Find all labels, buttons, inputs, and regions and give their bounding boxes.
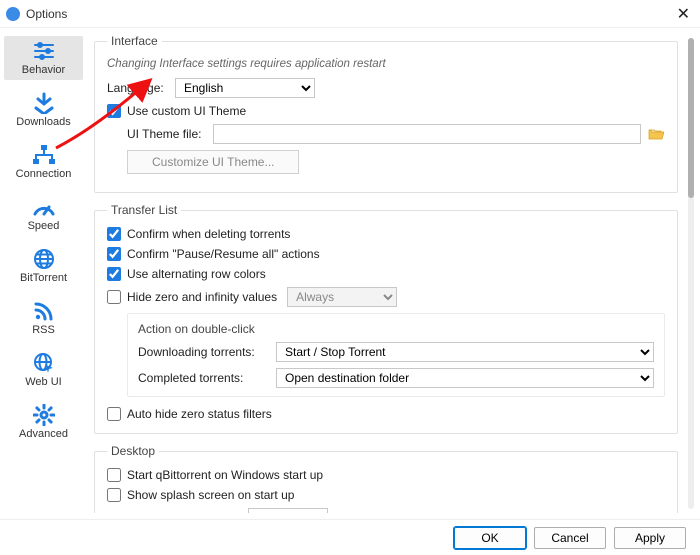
theme-file-input[interactable]: [213, 124, 641, 144]
group-desktop: Desktop Start qBittorrent on Windows sta…: [94, 444, 678, 513]
downloading-action-label: Downloading torrents:: [138, 345, 270, 359]
sidebar: Behavior Downloads Connection Speed BitT…: [0, 28, 88, 519]
globe-icon: [30, 248, 58, 270]
use-custom-theme-label: Use custom UI Theme: [127, 104, 246, 118]
sidebar-item-label: Web UI: [25, 376, 61, 388]
hide-zero-label: Hide zero and infinity values: [127, 290, 277, 304]
group-legend: Transfer List: [107, 203, 181, 217]
start-on-boot-label: Start qBittorrent on Windows start up: [127, 468, 323, 482]
sidebar-item-rss[interactable]: RSS: [4, 296, 83, 340]
content-area: Interface Changing Interface settings re…: [88, 28, 700, 519]
completed-action-label: Completed torrents:: [138, 371, 270, 385]
sidebar-item-connection[interactable]: Connection: [4, 140, 83, 184]
dialog-body: Behavior Downloads Connection Speed BitT…: [0, 28, 700, 519]
double-click-group: Action on double-click Downloading torre…: [127, 313, 665, 397]
scrollbar-thumb[interactable]: [688, 38, 694, 198]
window-title: Options: [26, 7, 673, 21]
titlebar: Options ✕: [0, 0, 700, 28]
sidebar-item-downloads[interactable]: Downloads: [4, 88, 83, 132]
double-click-title: Action on double-click: [138, 322, 654, 336]
group-interface: Interface Changing Interface settings re…: [94, 34, 678, 193]
alt-rows-label: Use alternating row colors: [127, 267, 266, 281]
language-label: Language:: [107, 81, 169, 95]
confirm-delete-checkbox[interactable]: [107, 227, 121, 241]
use-custom-theme-checkbox[interactable]: [107, 104, 121, 118]
auto-hide-label: Auto hide zero status filters: [127, 407, 272, 421]
vertical-scrollbar[interactable]: [688, 38, 694, 509]
customize-theme-button[interactable]: Customize UI Theme...: [127, 150, 299, 174]
sidebar-item-label: RSS: [32, 324, 55, 336]
downloading-action-select[interactable]: Start / Stop Torrent: [276, 342, 654, 362]
group-legend: Desktop: [107, 444, 159, 458]
auto-hide-checkbox[interactable]: [107, 407, 121, 421]
cancel-button[interactable]: Cancel: [534, 527, 606, 549]
gauge-icon: [30, 196, 58, 218]
sidebar-item-label: Downloads: [16, 116, 70, 128]
sidebar-item-speed[interactable]: Speed: [4, 192, 83, 236]
sidebar-item-behavior[interactable]: Behavior: [4, 36, 83, 80]
group-legend: Interface: [107, 34, 162, 48]
hide-zero-mode-select: Always: [287, 287, 397, 307]
confirm-delete-label: Confirm when deleting torrents: [127, 227, 290, 241]
confirm-pause-checkbox[interactable]: [107, 247, 121, 261]
sidebar-item-label: Speed: [28, 220, 60, 232]
sidebar-item-bittorrent[interactable]: BitTorrent: [4, 244, 83, 288]
confirm-pause-label: Confirm "Pause/Resume all" actions: [127, 247, 320, 261]
sliders-icon: [30, 40, 58, 62]
dialog-buttons: OK Cancel Apply: [0, 519, 700, 555]
rss-icon: [30, 300, 58, 322]
gear-icon: [30, 404, 58, 426]
sidebar-item-label: Behavior: [22, 64, 65, 76]
close-icon[interactable]: ✕: [673, 4, 694, 24]
group-transfer-list: Transfer List Confirm when deleting torr…: [94, 203, 678, 434]
theme-file-label: UI Theme file:: [127, 127, 207, 141]
hide-zero-checkbox[interactable]: [107, 290, 121, 304]
sidebar-item-label: Advanced: [19, 428, 68, 440]
window-state-label: Window state on start up:: [107, 511, 242, 513]
sidebar-item-advanced[interactable]: Advanced: [4, 400, 83, 444]
ok-button[interactable]: OK: [454, 527, 526, 549]
sidebar-item-label: BitTorrent: [20, 272, 67, 284]
language-select[interactable]: English: [175, 78, 315, 98]
restart-note: Changing Interface settings requires app…: [107, 58, 665, 70]
splash-label: Show splash screen on start up: [127, 488, 294, 502]
app-icon: [6, 7, 20, 21]
completed-action-select[interactable]: Open destination folder: [276, 368, 654, 388]
apply-button[interactable]: Apply: [614, 527, 686, 549]
sidebar-item-label: Connection: [16, 168, 72, 180]
download-icon: [30, 92, 58, 114]
globe-cursor-icon: [30, 352, 58, 374]
sidebar-item-webui[interactable]: Web UI: [4, 348, 83, 392]
alt-rows-checkbox[interactable]: [107, 267, 121, 281]
splash-checkbox[interactable]: [107, 488, 121, 502]
start-on-boot-checkbox[interactable]: [107, 468, 121, 482]
folder-open-icon[interactable]: [647, 126, 665, 142]
network-icon: [30, 144, 58, 166]
window-state-select[interactable]: Normal: [248, 508, 328, 513]
